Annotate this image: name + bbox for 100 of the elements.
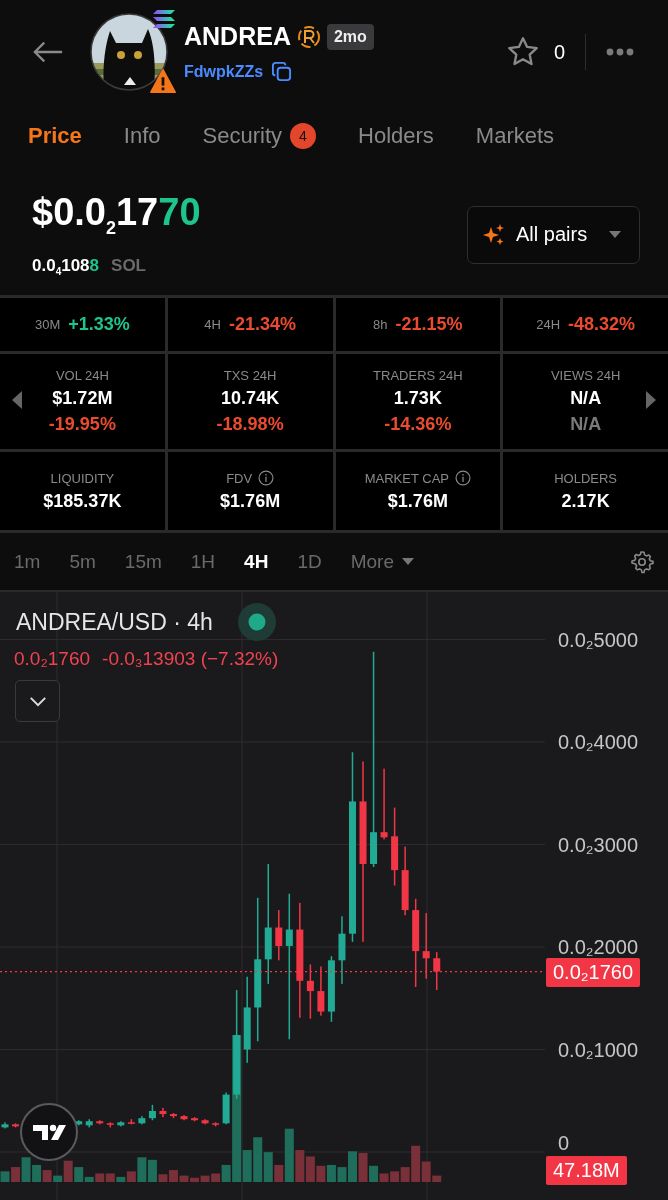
scroll-right-icon[interactable]: [646, 391, 656, 410]
stat-value: $1.72M: [52, 388, 113, 410]
favorite-count: 0: [553, 40, 565, 64]
candlestick: [327, 956, 335, 1022]
candlestick: [148, 1104, 156, 1121]
chevron-icon: [28, 695, 47, 707]
axis-label: 0.0₂4000: [558, 731, 639, 753]
timeframe-option[interactable]: 4H: [244, 550, 269, 573]
copy-icon[interactable]: [271, 61, 293, 83]
chart-title: ANDREA/USD · 4h: [16, 608, 213, 636]
change-value: -48.32%: [568, 314, 636, 336]
tab[interactable]: Markets: [475, 117, 555, 156]
stat-label: VOL 24H: [55, 368, 109, 384]
stat-value: 2.17K: [561, 490, 610, 512]
axis-label: 0.0₂1000: [558, 1038, 639, 1061]
candlestick: [96, 1120, 104, 1125]
change-value: -21.34%: [228, 314, 296, 336]
settings-icon[interactable]: [630, 549, 654, 574]
legend-change: -0.0₃13903 (−7.32%): [102, 648, 279, 670]
price-value: $0.0$_{2}$1770: [32, 190, 201, 240]
stat-label: TRADERS 24H: [373, 368, 463, 384]
chain-icon: [152, 9, 176, 30]
stat-label: LIQUIDITY: [50, 470, 115, 486]
candlestick: [127, 1119, 135, 1125]
candlestick: [275, 910, 283, 961]
candlestick: [138, 1116, 146, 1125]
period-label: 30M: [34, 317, 61, 333]
sparkle-icon: [482, 223, 506, 247]
period-label: 4H: [204, 317, 221, 333]
stat-label: FDV: [226, 470, 253, 486]
stat-change: -19.95%: [48, 414, 116, 436]
stat-value: 1.73K: [393, 388, 442, 410]
tab[interactable]: Price: [28, 117, 82, 156]
stat-label: HOLDERS: [554, 470, 618, 486]
candlestick: [433, 952, 441, 991]
candlestick: [12, 1123, 20, 1128]
stat-label: TXS 24H: [223, 368, 277, 384]
more-icon[interactable]: [606, 48, 634, 57]
timeframe-option[interactable]: 1D: [297, 550, 322, 573]
candlestick: [106, 1122, 114, 1128]
price-tag: 0.0₂1760: [546, 957, 641, 987]
candlestick: [212, 1122, 220, 1127]
pairs-dropdown[interactable]: All pairs: [467, 206, 640, 264]
count-badge: 4: [290, 123, 316, 150]
logo-icon[interactable]: [19, 1102, 79, 1162]
caret-icon: [401, 558, 414, 566]
candlestick: [85, 1119, 93, 1128]
candlestick: [401, 846, 409, 916]
axis-label: 0.0₂3000: [558, 833, 639, 856]
tab[interactable]: Security 4: [202, 117, 316, 156]
info-icon[interactable]: [258, 470, 275, 487]
stat-change: -18.98%: [216, 414, 284, 436]
candlestick: [1, 1122, 9, 1129]
platform-icon: [296, 24, 321, 49]
candlestick: [317, 966, 325, 1016]
stat-label: VIEWS 24H: [550, 368, 621, 384]
stat-value: $1.76M: [220, 491, 281, 513]
collapse-button[interactable]: [15, 680, 60, 722]
candlestick: [201, 1119, 209, 1125]
candlestick: [170, 1113, 177, 1119]
age-badge: 2mo: [326, 23, 374, 50]
legend-price: 0.0₂1760: [14, 648, 91, 670]
more-dropdown[interactable]: More: [350, 550, 414, 573]
volume-bar: [326, 1164, 336, 1182]
candlestick: [422, 913, 430, 979]
timeframe-option[interactable]: 15m: [124, 550, 162, 573]
candlestick: [338, 916, 346, 984]
stat-value: $1.76M: [387, 491, 448, 513]
candlestick: [222, 1092, 230, 1125]
candlestick: [306, 964, 314, 1019]
change-value: -21.15%: [395, 314, 463, 336]
stat-value: 10.74K: [221, 388, 280, 410]
stat-label: MARKET CAP: [364, 470, 449, 486]
change-value: +1.33%: [68, 314, 130, 336]
candlestick: [180, 1115, 188, 1121]
token-address[interactable]: FdwpkZZs: [184, 62, 264, 81]
volume-bar: [0, 1171, 10, 1182]
tab[interactable]: Holders: [358, 117, 434, 156]
volume-tag: 47.18M: [546, 1156, 627, 1185]
candlestick: [191, 1117, 199, 1122]
scroll-left-icon[interactable]: [12, 391, 22, 410]
stat-change: N/A: [570, 414, 602, 436]
timeframe-option[interactable]: 1H: [190, 550, 216, 573]
stat-change: -14.36%: [384, 414, 452, 436]
status-dot-icon: [236, 602, 277, 642]
candlestick: [117, 1121, 125, 1127]
axis-label: 0: [558, 1132, 570, 1154]
candlestick: [159, 1107, 167, 1118]
back-icon[interactable]: [32, 40, 64, 65]
timeframe-option[interactable]: 5m: [69, 550, 96, 573]
currency-label: SOL: [111, 256, 146, 277]
caret-icon: [609, 231, 622, 239]
stat-value: N/A: [570, 388, 602, 410]
timeframe-option[interactable]: 1m: [14, 550, 41, 573]
axis-label: 0.0₂5000: [558, 628, 639, 651]
info-icon[interactable]: [455, 470, 471, 487]
period-label: 8h: [373, 317, 388, 333]
period-label: 24H: [536, 317, 561, 333]
native-price: 0.0$_{4}$1088: [32, 255, 100, 277]
tab[interactable]: Info: [123, 117, 161, 156]
